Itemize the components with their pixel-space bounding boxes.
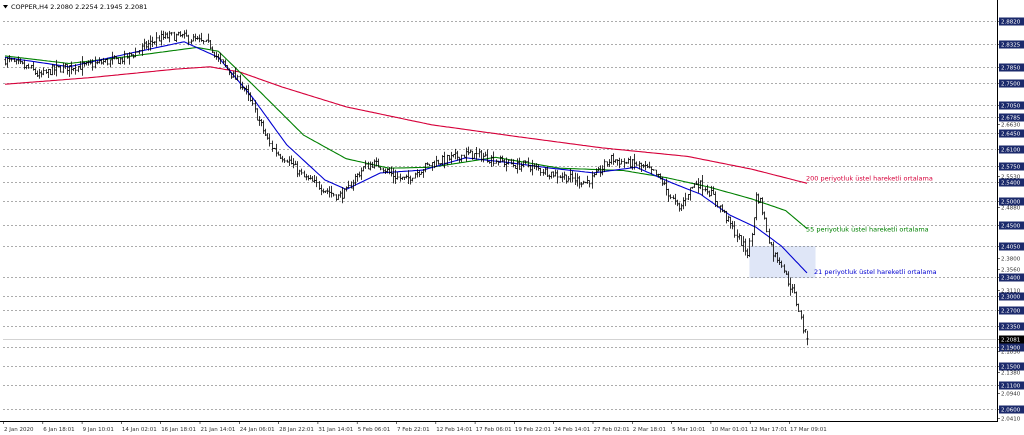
price-tick-label: 2.1380 [1001, 371, 1021, 377]
time-tick-label: 12 Feb 14:01 [436, 427, 472, 433]
time-tick-label: 21 Jan 14:01 [201, 427, 236, 433]
price-label: 2.2700 [1001, 309, 1021, 315]
time-tick-label: 5 Mar 10:01 [672, 427, 705, 433]
price-tick-label: 2.6630 [1001, 123, 1021, 129]
price-label: 2.6100 [1001, 148, 1021, 154]
price-label: 2.7500 [1001, 82, 1021, 88]
time-tick-label: 14 Jan 02:01 [122, 427, 157, 433]
moving-average-annotation: 200 periyotluk üstel hareketli ortalama [806, 175, 933, 183]
time-tick-label: 12 Mar 17:01 [751, 427, 788, 433]
price-tick-label: 2.0410 [1001, 417, 1021, 423]
price-tick-label: 2.3560 [1001, 268, 1021, 274]
time-tick-label: 17 Mar 09:01 [790, 427, 827, 433]
price-label: 2.7050 [1001, 104, 1021, 110]
price-tick-label: 2.1830 [1001, 350, 1021, 356]
price-chart[interactable]: 200 periyotluk üstel hareketli ortalama 5… [0, 0, 1024, 435]
time-tick-label: 6 Jan 18:01 [43, 427, 74, 433]
time-tick-label: 24 Jan 06:01 [240, 427, 275, 433]
price-label: 2.8820 [1001, 20, 1021, 26]
time-tick-label: 27 Feb 02:01 [594, 427, 630, 433]
time-tick-label: 24 Feb 14:01 [554, 427, 590, 433]
price-label: 2.7850 [1001, 66, 1021, 72]
plot-background [0, 0, 1024, 435]
price-tick-label: 2.4880 [1001, 206, 1021, 212]
time-tick-label: 16 Jan 18:01 [161, 427, 196, 433]
highlight-zone-layer [749, 246, 816, 279]
time-tick-label: 19 Feb 22:01 [515, 427, 551, 433]
time-tick-label: 10 Mar 01:01 [711, 427, 748, 433]
price-label: 2.6450 [1001, 132, 1021, 138]
time-tick-label: 5 Feb 06:01 [358, 427, 391, 433]
time-tick-label: 7 Feb 22:01 [397, 427, 430, 433]
time-tick-label: 31 Jan 14:01 [318, 427, 353, 433]
moving-average-annotation: 21 periyotluk üstel hareketli ortalama [814, 268, 937, 276]
current-price-label: 2.2081 [1001, 338, 1020, 344]
price-label: 2.4050 [1001, 245, 1021, 251]
chart-header: COPPER,H4 2.2080 2.2254 2.1945 2.2081 [3, 3, 147, 11]
price-label: 2.5750 [1001, 165, 1021, 171]
symbol-ohlc-text: COPPER,H4 2.2080 2.2254 2.1945 2.2081 [11, 3, 147, 11]
price-label: 2.8325 [1001, 43, 1021, 49]
highlight-zone [749, 246, 816, 279]
time-tick-label: 17 Feb 06:01 [476, 427, 512, 433]
time-tick-label: 2 Mar 18:01 [633, 427, 666, 433]
time-tick-label: 9 Jan 10:01 [83, 427, 114, 433]
price-tick-label: 2.3800 [1001, 257, 1021, 263]
time-tick-label: 2 Jan 2020 [4, 427, 34, 433]
price-label: 2.5400 [1001, 181, 1021, 187]
moving-average-annotation: 55 periyotluk üstel hareketli ortalama [806, 225, 929, 233]
price-label: 2.0600 [1001, 408, 1021, 414]
price-label: 2.1100 [1001, 384, 1021, 390]
time-tick-label: 28 Jan 22:01 [279, 427, 314, 433]
price-tick-label: 2.0940 [1001, 392, 1021, 398]
price-label: 2.3400 [1001, 276, 1021, 282]
price-label: 2.3000 [1001, 295, 1021, 301]
price-label: 2.2350 [1001, 325, 1021, 331]
price-label: 2.6785 [1001, 116, 1021, 122]
price-label: 2.4500 [1001, 224, 1021, 230]
